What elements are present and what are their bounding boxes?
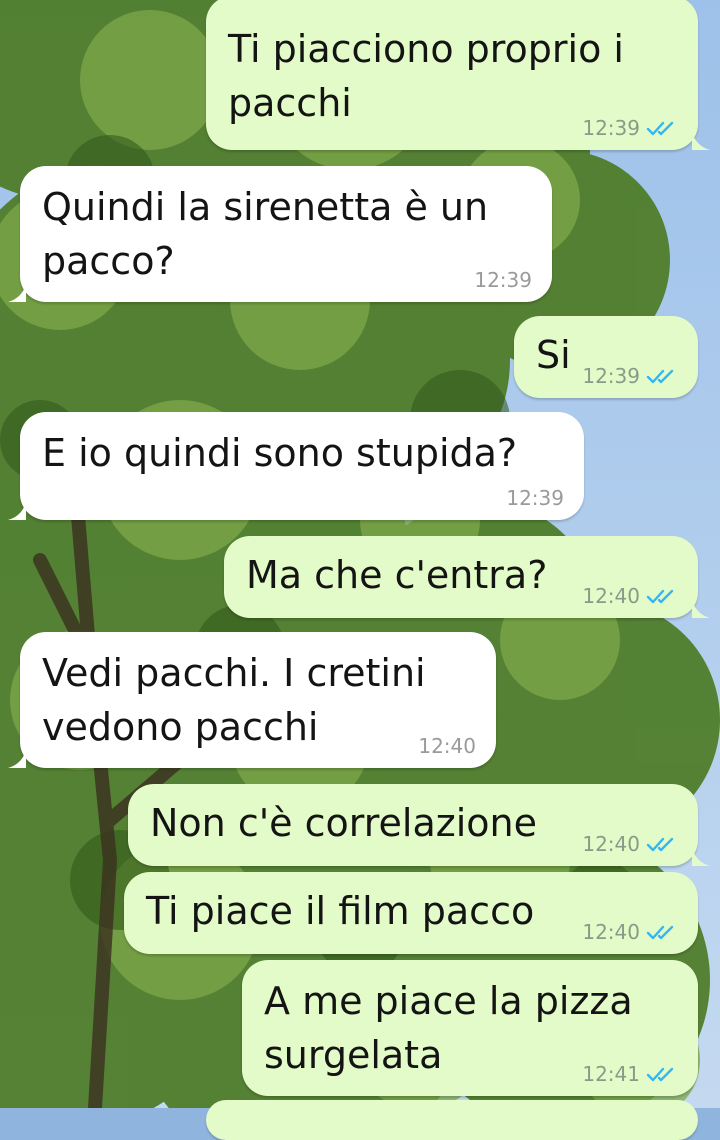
message-text: Non c'è correlazione xyxy=(150,801,537,845)
message-meta: 12:39 xyxy=(506,486,564,510)
message-meta: 12:39 xyxy=(474,268,532,292)
message-time: 12:40 xyxy=(582,584,640,608)
message-bubble-incoming[interactable]: E io quindi sono stupida? 12:39 xyxy=(8,412,584,520)
message-meta: 12:40 xyxy=(582,920,678,944)
message-time: 12:40 xyxy=(582,832,640,856)
bubble-tail xyxy=(692,600,710,618)
message-bubble-outgoing[interactable]: Si 12:39 xyxy=(514,316,698,398)
message-bubble-outgoing[interactable]: Non c'è correlazione 12:40 xyxy=(128,784,710,866)
message-meta: 12:40 xyxy=(582,584,678,608)
double-check-icon xyxy=(646,121,674,136)
bubble-tail xyxy=(8,502,26,520)
message-bubble-outgoing[interactable]: A me piace la pizza surgelata 12:41 xyxy=(242,960,698,1096)
bubble-tail xyxy=(8,750,26,768)
double-check-icon xyxy=(646,589,674,604)
message-bubble-outgoing[interactable]: Ti piace il film pacco 12:40 xyxy=(124,872,698,954)
message-time: 12:39 xyxy=(582,116,640,140)
message-time: 12:39 xyxy=(474,268,532,292)
bubble-tail xyxy=(692,848,710,866)
message-text: E io quindi sono stupida? xyxy=(42,431,518,475)
message-meta: 12:40 xyxy=(418,734,476,758)
message-text: Vedi pacchi. I cretini vedono pacchi xyxy=(42,651,426,749)
double-check-icon xyxy=(646,925,674,940)
message-meta: 12:39 xyxy=(582,364,678,388)
message-meta: 12:40 xyxy=(582,832,678,856)
message-bubble-incoming[interactable]: Quindi la sirenetta è un pacco? 12:39 xyxy=(8,166,552,302)
message-bubble-outgoing[interactable]: Ti piacciono proprio i pacchi 12:39 xyxy=(206,0,710,150)
bubble-tail xyxy=(8,284,26,302)
bubble-tail xyxy=(692,132,710,150)
message-time: 12:41 xyxy=(582,1062,640,1086)
message-bubble-outgoing[interactable]: Ma che c'entra? 12:40 xyxy=(224,536,710,618)
message-bubble-incoming[interactable]: Vedi pacchi. I cretini vedono pacchi 12:… xyxy=(8,632,496,768)
message-text: Quindi la sirenetta è un pacco? xyxy=(42,185,489,283)
message-time: 12:40 xyxy=(582,920,640,944)
message-time: 12:39 xyxy=(582,364,640,388)
message-meta: 12:39 xyxy=(582,116,678,140)
message-text: Ti piace il film pacco xyxy=(146,889,535,933)
message-text: Ma che c'entra? xyxy=(246,553,548,597)
message-text: Ti piacciono proprio i pacchi xyxy=(228,27,624,125)
double-check-icon xyxy=(646,369,674,384)
message-text: A me piace la pizza surgelata xyxy=(264,979,633,1077)
double-check-icon xyxy=(646,1067,674,1082)
message-bubble-outgoing-partial[interactable] xyxy=(206,1100,698,1140)
message-time: 12:39 xyxy=(506,486,564,510)
message-meta: 12:41 xyxy=(582,1062,678,1086)
double-check-icon xyxy=(646,837,674,852)
message-text: Si xyxy=(536,333,571,377)
message-time: 12:40 xyxy=(418,734,476,758)
